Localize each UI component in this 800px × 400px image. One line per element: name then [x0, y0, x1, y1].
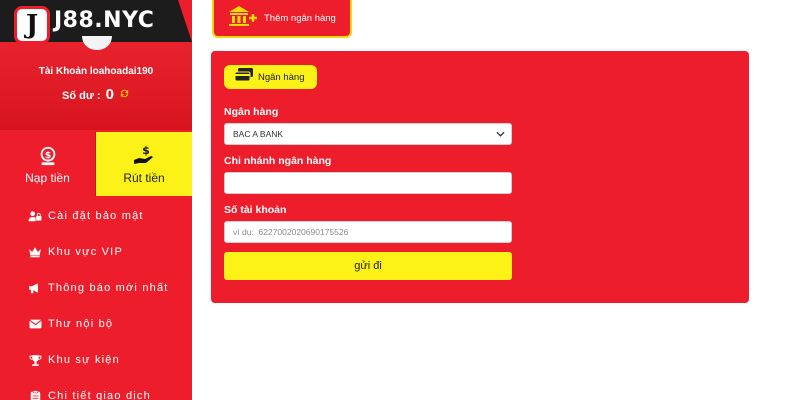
user-lock-icon: [28, 209, 42, 223]
add-bank-label: Thêm ngân hàng: [264, 12, 336, 24]
sidebar-item-announcements[interactable]: Thông báo mới nhất: [0, 270, 192, 306]
bank-tab-chip[interactable]: Ngân hàng: [224, 65, 317, 89]
account-number-field[interactable]: [224, 221, 512, 243]
trophy-icon: [28, 353, 42, 367]
card-icon: [234, 67, 254, 87]
sidebar-item-inbox[interactable]: Thư nội bộ: [0, 306, 192, 342]
svg-text:$: $: [44, 150, 50, 161]
account-header: J J88.NYC Tài Khoản loahoadai190 Số dư :…: [0, 0, 192, 130]
tab-deposit[interactable]: $ Nạp tiền: [0, 132, 96, 196]
add-bank-button[interactable]: Thêm ngân hàng: [212, 0, 352, 38]
svg-text:$: $: [142, 144, 150, 157]
balance-label: Số dư :: [62, 90, 101, 102]
withdraw-form-panel: Ngân hàng Ngân hàng BAC A BANK Chi nhánh…: [211, 51, 749, 303]
tab-withdraw-label: Rút tiền: [123, 171, 165, 185]
bank-select-value: BAC A BANK: [233, 129, 284, 139]
sidebar-item-label: Khu sự kiện: [48, 354, 120, 366]
tab-withdraw[interactable]: $ Rút tiền: [96, 132, 192, 196]
sidebar-item-label: Thông báo mới nhất: [48, 282, 169, 294]
branch-input[interactable]: [233, 173, 511, 193]
deposit-withdraw-tabs: $ Nạp tiền $ Rút tiền: [0, 132, 192, 196]
bank-field-label: Ngân hàng: [224, 106, 279, 118]
sidebar-item-transactions[interactable]: Chi tiết giao dịch: [0, 378, 192, 400]
envelope-icon: [28, 317, 42, 331]
sidebar-item-vip[interactable]: Khu vực VIP: [0, 234, 192, 270]
sidebar-item-label: Cài đặt bảo mật: [48, 210, 144, 222]
hand-dollar-icon: $: [132, 143, 156, 169]
bank-plus-icon: [228, 5, 258, 32]
bank-chip-label: Ngân hàng: [258, 71, 305, 83]
submit-button[interactable]: gửi đi: [224, 252, 512, 280]
branch-field-label: Chi nhánh ngân hàng: [224, 155, 332, 167]
logo-badge[interactable]: J: [14, 6, 50, 44]
balance-value: 0: [105, 86, 114, 103]
sidebar-item-label: Thư nội bộ: [48, 318, 114, 330]
bank-select[interactable]: BAC A BANK: [224, 123, 512, 145]
refresh-icon[interactable]: [119, 88, 130, 102]
chevron-down-icon: [496, 129, 505, 139]
branch-field[interactable]: [224, 172, 512, 194]
sidebar-menu: Cài đặt bảo mật Khu vực VIP Thông báo mớ…: [0, 198, 192, 400]
sidebar-item-label: Chi tiết giao dịch: [48, 390, 151, 400]
sidebar-item-label: Khu vực VIP: [48, 246, 123, 258]
tab-deposit-label: Nạp tiền: [25, 171, 70, 185]
sidebar-item-events[interactable]: Khu sự kiện: [0, 342, 192, 378]
sidebar: J J88.NYC Tài Khoản loahoadai190 Số dư :…: [0, 0, 192, 400]
clipboard-icon: [28, 389, 42, 400]
brand-name[interactable]: J88.NYC: [54, 8, 154, 33]
account-name: Tài Khoản loahoadai190: [38, 66, 154, 77]
balance: Số dư : 0: [0, 86, 192, 103]
avatar: [82, 36, 112, 50]
account-number-label: Số tài khoản: [224, 204, 287, 216]
sidebar-item-security[interactable]: Cài đặt bảo mật: [0, 198, 192, 234]
account-number-input[interactable]: [233, 222, 511, 242]
crown-icon: [28, 245, 42, 259]
megaphone-icon: [28, 281, 42, 295]
money-bag-icon: $: [37, 143, 59, 169]
